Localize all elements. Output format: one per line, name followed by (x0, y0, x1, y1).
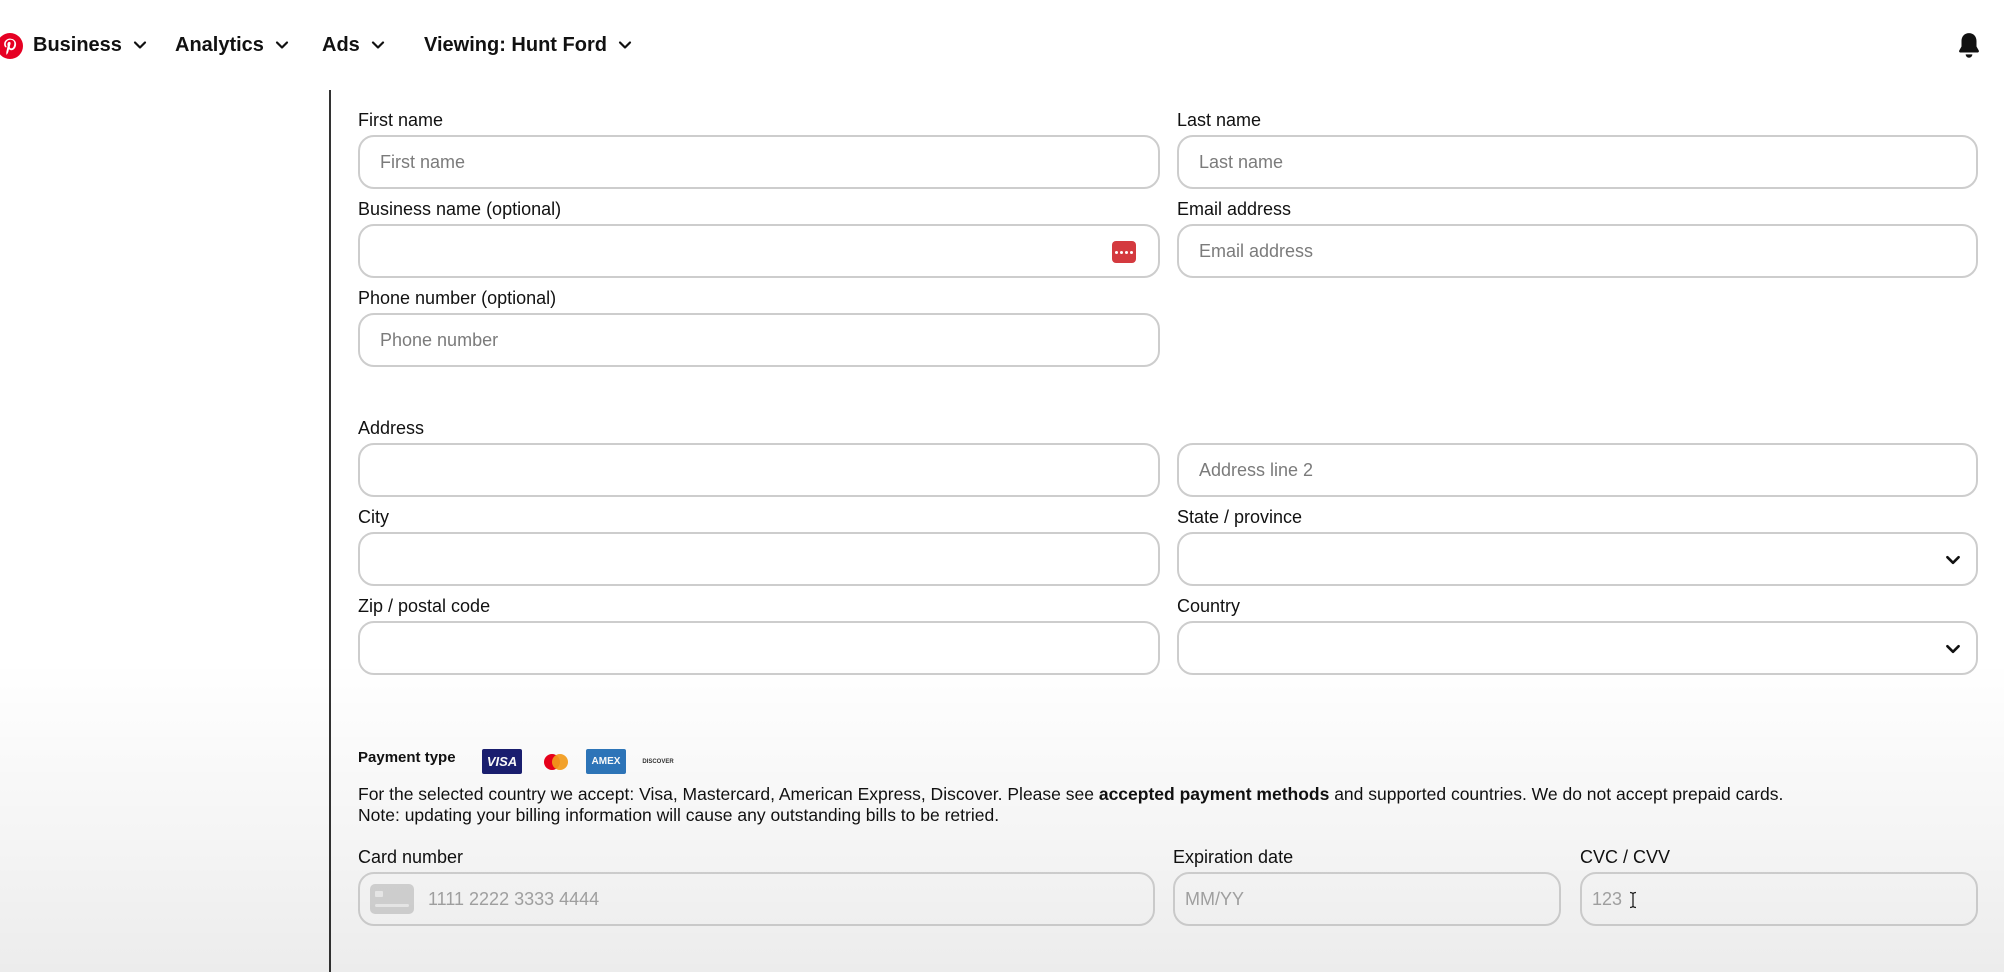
billing-form: First name Last name Business name (opti… (358, 90, 1978, 972)
business-name-label: Business name (optional) (358, 199, 562, 219)
address-line-2-input[interactable] (1199, 459, 1956, 481)
billing-retry-note: Note: updating your billing information … (358, 805, 1000, 825)
pinterest-logo-icon[interactable] (0, 32, 24, 60)
last-name-label: Last name (1177, 110, 1262, 130)
country-select[interactable] (1177, 621, 1978, 675)
nav-business-label: Business (33, 33, 122, 56)
payment-notice-text-2: and supported countries. We do not accep… (1329, 784, 1784, 804)
email-label: Email address (1177, 199, 1292, 219)
nav-viewing-account-menu[interactable]: Viewing: Hunt Ford (424, 28, 633, 62)
payment-notice: For the selected country we accept: Visa… (358, 784, 1783, 805)
expiration-date-input[interactable] (1185, 888, 1539, 910)
amex-logo-icon: AMEX (586, 749, 626, 774)
mastercard-logo-icon: mastercard (540, 749, 572, 774)
state-select[interactable] (1177, 532, 1978, 586)
phone-field[interactable] (358, 313, 1160, 367)
sidebar-divider (329, 90, 331, 972)
bell-icon[interactable] (1954, 30, 1984, 60)
email-input[interactable] (1199, 240, 1956, 262)
discover-logo-icon: DISCOVER (642, 758, 674, 765)
city-input[interactable] (380, 548, 1138, 570)
visa-logo-icon: VISA (482, 749, 522, 774)
chevron-down-icon (133, 41, 147, 49)
accepted-payment-methods-link[interactable]: accepted payment methods (1099, 784, 1329, 804)
address-field[interactable] (358, 443, 1160, 497)
chevron-down-icon (1946, 644, 1960, 654)
phone-input[interactable] (380, 329, 1138, 351)
nav-viewing-label: Viewing: Hunt Ford (424, 33, 607, 56)
cvc-field[interactable] (1580, 872, 1978, 926)
phone-label: Phone number (optional) (358, 288, 557, 308)
address-input[interactable] (380, 459, 1138, 481)
state-label: State / province (1177, 507, 1303, 527)
cvc-label: CVC / CVV (1580, 847, 1671, 867)
text-cursor-icon (1629, 891, 1637, 909)
address-line-2-field[interactable] (1177, 443, 1978, 497)
city-field[interactable] (358, 532, 1160, 586)
chevron-down-icon (1946, 555, 1960, 565)
card-number-label: Card number (358, 847, 464, 867)
nav-ads-menu[interactable]: Ads (322, 28, 386, 62)
chevron-down-icon (371, 41, 384, 49)
payment-type-title: Payment type (358, 749, 456, 766)
sidebar (0, 90, 330, 972)
chevron-down-icon (618, 41, 632, 49)
card-number-input[interactable] (428, 888, 1133, 910)
payment-notice-text-1: For the selected country we accept: Visa… (358, 784, 1099, 804)
nav-analytics-label: Analytics (175, 33, 264, 56)
country-label: Country (1177, 596, 1241, 616)
last-name-field[interactable] (1177, 135, 1978, 189)
chevron-down-icon (275, 41, 289, 49)
nav-business-menu[interactable]: Business (33, 28, 148, 62)
first-name-field[interactable] (358, 135, 1160, 189)
email-field[interactable] (1177, 224, 1978, 278)
nav-analytics-menu[interactable]: Analytics (175, 28, 290, 62)
zip-field[interactable] (358, 621, 1160, 675)
first-name-input[interactable] (380, 151, 1138, 173)
first-name-label: First name (358, 110, 444, 130)
last-name-input[interactable] (1199, 151, 1956, 173)
zip-input[interactable] (380, 637, 1138, 659)
card-number-field[interactable] (358, 872, 1155, 926)
expiration-date-field[interactable] (1173, 872, 1561, 926)
business-name-field[interactable] (358, 224, 1160, 278)
nav-ads-label: Ads (322, 33, 360, 56)
top-navigation: Business Analytics Ads Viewing: Hunt For… (0, 0, 2004, 90)
password-manager-icon[interactable] (1112, 241, 1136, 263)
credit-card-icon (370, 884, 414, 914)
city-label: City (358, 507, 389, 527)
address-label: Address (358, 418, 425, 438)
zip-label: Zip / postal code (358, 596, 491, 616)
cvc-input[interactable] (1592, 888, 1956, 910)
business-name-input[interactable] (380, 240, 1138, 262)
expiration-date-label: Expiration date (1173, 847, 1294, 867)
